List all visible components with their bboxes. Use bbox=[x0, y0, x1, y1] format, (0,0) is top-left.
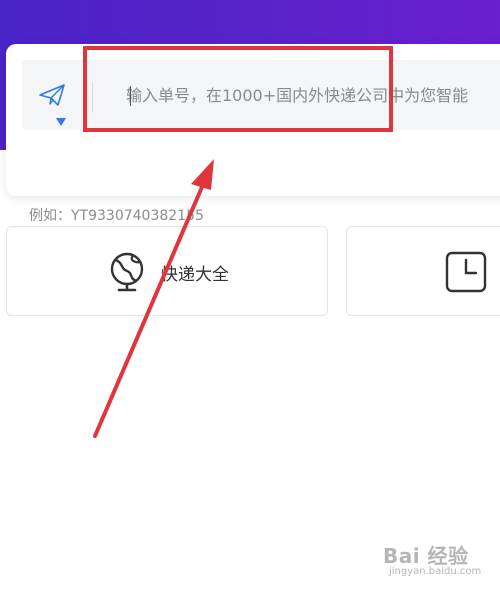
watermark-url: jingyan.baidu.com bbox=[389, 566, 482, 577]
dropdown-caret-icon[interactable] bbox=[56, 118, 66, 126]
paper-plane-icon bbox=[39, 84, 65, 106]
globe-icon bbox=[110, 252, 144, 292]
annotation-highlight-box bbox=[83, 46, 393, 132]
service-tile-courier-directory[interactable]: 快递大全 bbox=[6, 226, 328, 316]
example-tracking-number: 例如：YT9330740382155 bbox=[29, 208, 204, 224]
service-tile-label: 快递大全 bbox=[161, 265, 229, 285]
clock-icon bbox=[445, 251, 487, 293]
service-tile-history[interactable] bbox=[346, 226, 500, 316]
baidu-jingyan-watermark: Bai 经验 jingyan.baidu.com bbox=[383, 540, 495, 584]
watermark-brand: Bai 经验 bbox=[383, 544, 469, 568]
